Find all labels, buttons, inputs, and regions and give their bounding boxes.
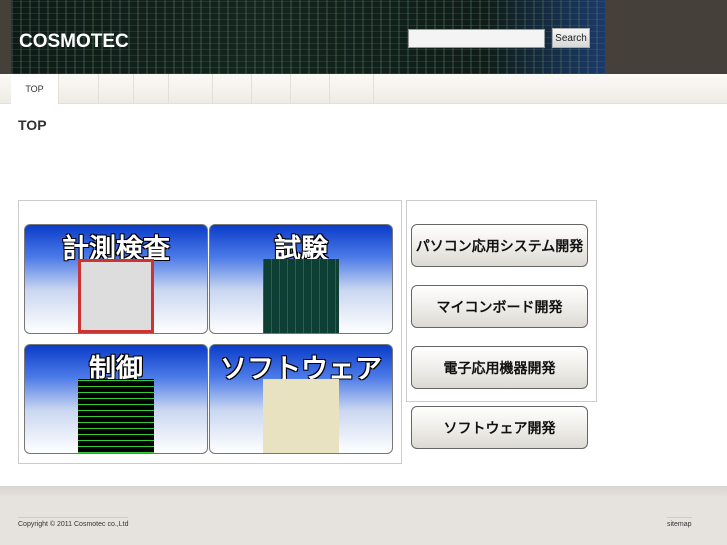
copyright: Copyright © 2011 Cosmotec co.,Ltd (18, 517, 129, 528)
nav-item[interactable] (213, 74, 252, 104)
search-input[interactable] (408, 29, 545, 48)
nav-item-top[interactable]: TOP (11, 74, 59, 104)
nav-item[interactable] (291, 74, 330, 104)
category-tiles: 計測検査 試験 制御 ソフトウェア (18, 200, 402, 464)
nav-item[interactable] (99, 74, 134, 104)
tile-software[interactable]: ソフトウェア (209, 344, 393, 454)
tile-control[interactable]: 制御 (24, 344, 208, 454)
link-software-dev[interactable]: ソフトウェア開発 (411, 406, 588, 449)
nav-item[interactable] (59, 74, 99, 104)
sitemap-link[interactable]: sitemap (667, 517, 692, 528)
link-electronic-device-dev[interactable]: 電子応用機器開発 (411, 346, 588, 389)
nav-item[interactable] (330, 74, 374, 104)
nav-item[interactable] (252, 74, 291, 104)
main-nav: TOP (0, 74, 727, 104)
search-button[interactable]: Search (552, 28, 590, 48)
nav-item[interactable] (134, 74, 169, 104)
link-microcontroller-dev[interactable]: マイコンボード開発 (411, 285, 588, 328)
tile-measurement[interactable]: 計測検査 (24, 224, 208, 334)
site-logo[interactable]: COSMOTEC (19, 31, 129, 53)
page-title: TOP (18, 117, 47, 133)
oscilloscope-image (78, 259, 154, 333)
keyboard-image (263, 379, 339, 453)
link-pc-system-dev[interactable]: パソコン応用システム開発 (411, 224, 588, 267)
control-screen-image (78, 379, 154, 453)
tile-testing[interactable]: 試験 (209, 224, 393, 334)
nav-item[interactable] (169, 74, 213, 104)
footer: Copyright © 2011 Cosmotec co.,Ltd sitema… (0, 486, 727, 545)
waveform-image (263, 259, 339, 333)
header: COSMOTEC Search (0, 0, 727, 74)
